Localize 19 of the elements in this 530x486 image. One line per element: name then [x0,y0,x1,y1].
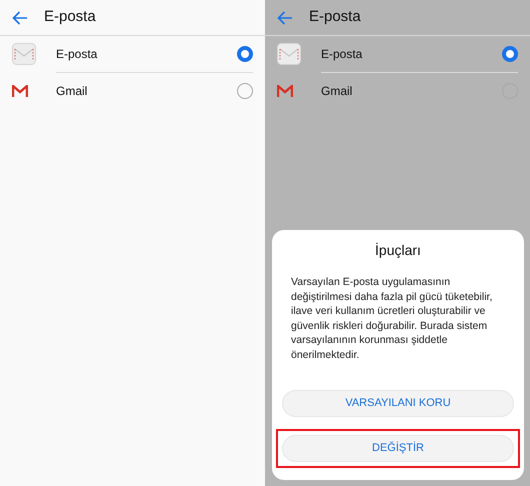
envelope-icon [12,43,36,65]
gmail-icon [12,85,28,97]
back-arrow-icon[interactable] [12,10,28,24]
app-label: Gmail [321,83,354,100]
app-label: E-posta [321,46,364,63]
dialog-button[interactable]: VARSAYILANI KORU [282,390,514,417]
screen-title: E-posta [44,7,96,28]
back-arrow-icon[interactable] [277,10,293,24]
radio-button[interactable] [237,83,253,99]
dialog-title: İpuçları [375,241,421,260]
radio-button[interactable] [502,46,518,62]
gmail-icon [277,85,293,97]
radio-button[interactable] [237,46,253,62]
dialog-message: Varsayılan E-posta uygulamasının değiştirilmesi daha fazla pil gücü tüketebilir, ilave veri kullanım ücretleri oluşturabilir ve güvenlik riskleri doğurabilir. Burada sistem varsayılanının korunması şiddetle önerilmektedir. [290,275,494,362]
envelope-icon [277,43,301,65]
app-label: Gmail [56,83,88,100]
dialog-button[interactable]: DEĞİŞTİR [282,435,514,462]
screen-title: E-posta [309,7,361,28]
app-label: E-posta [56,46,98,63]
